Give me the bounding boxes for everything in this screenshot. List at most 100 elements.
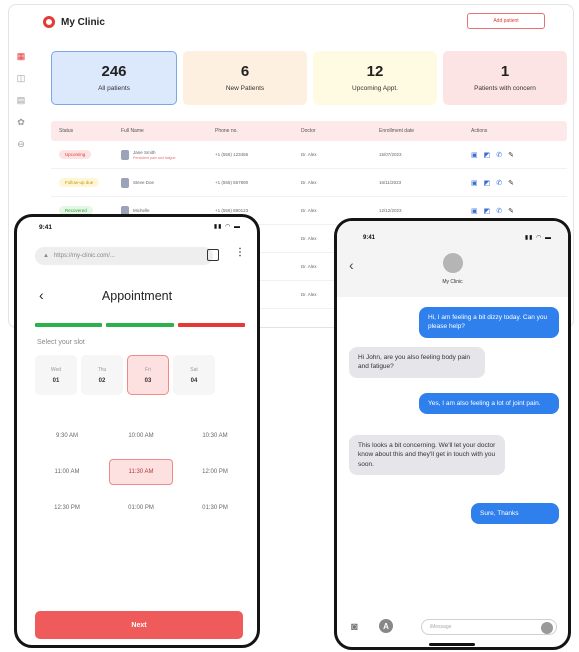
camera-icon[interactable]: ◙ xyxy=(351,621,358,633)
stat-value: 1 xyxy=(500,63,510,81)
grid-icon[interactable]: ▦ xyxy=(9,45,33,67)
compose-bar: ◙ A iMessage xyxy=(337,615,568,641)
sidebar: ▦ ◫ ▤ ✿ ⊖ xyxy=(9,45,33,155)
day-name: Sat xyxy=(190,366,198,373)
more-icon[interactable]: ⋮ xyxy=(235,247,245,258)
table-row[interactable]: Upcoming Jane Smith Persistent pain and … xyxy=(51,141,567,169)
header-full-name[interactable]: Full Name xyxy=(117,128,215,134)
edit-icon[interactable]: ✎ xyxy=(508,179,514,187)
header-actions: Actions xyxy=(471,128,488,134)
calendar-icon[interactable]: ▤ xyxy=(9,89,33,111)
stat-label: Upcoming Appt. xyxy=(352,84,398,92)
stat-label: Patients with concern xyxy=(474,84,536,92)
progress-step xyxy=(35,323,103,327)
logout-icon[interactable]: ⊖ xyxy=(9,133,33,155)
tabs-icon[interactable] xyxy=(207,249,219,261)
booking-phone: 9:41 ▮▮ ◠ ▬ ▲ https://my-clinic.com/... … xyxy=(14,214,260,648)
add-patient-button[interactable]: Add patient xyxy=(467,13,545,29)
page-title: Appointment xyxy=(101,289,173,303)
contact-avatar[interactable] xyxy=(443,253,463,273)
day-name: Fri xyxy=(145,366,151,373)
phone-icon[interactable]: ✆ xyxy=(496,179,502,187)
stat-label: All patients xyxy=(98,84,130,92)
time-slot[interactable]: 9:30 AM xyxy=(35,423,99,449)
stat-value: 246 xyxy=(101,63,127,81)
slot-label: Select your slot xyxy=(37,339,85,346)
message-icon[interactable]: ◩ xyxy=(484,207,491,215)
patient-date: 16/11/2023 xyxy=(379,180,402,185)
message-icon[interactable]: ◩ xyxy=(484,151,491,159)
day-option[interactable]: Sat 04 xyxy=(173,355,215,395)
voice-icon[interactable] xyxy=(541,622,553,634)
time-slot[interactable]: 01:00 PM xyxy=(109,495,173,521)
table-row[interactable]: Follow-up due Steve Doe +1 (555) 567890 … xyxy=(51,169,567,197)
patient-doctor: Dr. Alex xyxy=(301,180,317,185)
stat-card-upcoming-appt[interactable]: 12 Upcoming Appt. xyxy=(313,51,437,105)
progress-step xyxy=(106,323,174,327)
chat-header: 9:41 ▮▮ ◠ ▬ ‹ My Clinic xyxy=(337,221,568,297)
progress-step xyxy=(177,323,245,327)
users-icon[interactable]: ◫ xyxy=(9,67,33,89)
back-icon[interactable]: ‹ xyxy=(349,257,354,273)
time-slot[interactable]: 11:00 AM xyxy=(35,459,99,485)
patient-name: Steve Doe xyxy=(133,180,155,185)
url-bar[interactable]: ▲ https://my-clinic.com/... xyxy=(35,247,213,265)
edit-icon[interactable]: ✎ xyxy=(508,207,514,215)
patient-doctor: Dr. Alex xyxy=(301,208,317,213)
day-option[interactable]: Thu 02 xyxy=(81,355,123,395)
status-time: 9:41 xyxy=(39,224,53,231)
time-slot[interactable]: 10:30 AM xyxy=(183,423,247,449)
brand-name: My Clinic xyxy=(61,16,105,28)
phone-icon[interactable]: ✆ xyxy=(496,151,502,159)
time-slot-selected[interactable]: 11:30 AM xyxy=(109,459,173,485)
message-icon[interactable]: ◩ xyxy=(484,179,491,187)
time-slot[interactable]: 12:00 PM xyxy=(183,459,247,485)
day-date: 02 xyxy=(98,377,106,384)
message-incoming: Hi John, are you also feeling body pain … xyxy=(349,347,485,378)
calendar-icon[interactable]: ▣ xyxy=(471,207,478,215)
home-indicator xyxy=(429,643,475,646)
header-status[interactable]: Status xyxy=(51,128,117,134)
table-header: Status Full Name Phone no. Doctor Enroll… xyxy=(51,121,567,141)
day-option[interactable]: Wed 01 xyxy=(35,355,77,395)
calendar-icon[interactable]: ▣ xyxy=(471,151,478,159)
stat-card-new-patients[interactable]: 6 New Patients xyxy=(183,51,307,105)
dashboard-header: My Clinic Add patient xyxy=(9,5,573,39)
status-time: 9:41 xyxy=(363,235,376,241)
settings-icon[interactable]: ✿ xyxy=(9,111,33,133)
time-slot[interactable]: 12:30 PM xyxy=(35,495,99,521)
day-date: 04 xyxy=(190,377,198,384)
step-progress xyxy=(35,323,245,327)
day-name: Thu xyxy=(97,366,107,373)
status-badge: Upcoming xyxy=(59,150,92,159)
stat-card-all-patients[interactable]: 246 All patients xyxy=(51,51,177,105)
contact-name: My Clinic xyxy=(442,279,463,285)
day-name: Wed xyxy=(50,366,62,373)
patient-concern: Persistent pain and fatigue xyxy=(133,155,176,160)
stat-label: New Patients xyxy=(225,84,265,92)
patient-phone: +1 (555) 890123 xyxy=(215,208,249,213)
patient-date: 15/07/2023 xyxy=(379,152,402,157)
next-button[interactable]: Next xyxy=(35,611,243,639)
message-incoming: This looks a bit concerning. We'll let y… xyxy=(349,435,505,476)
time-slot[interactable]: 10:00 AM xyxy=(109,423,173,449)
day-option-selected[interactable]: Fri 03 xyxy=(127,355,169,395)
header-phone[interactable]: Phone no. xyxy=(215,128,301,134)
header-doctor[interactable]: Doctor xyxy=(301,128,379,134)
stats-row: 246 All patients 6 New Patients 12 Upcom… xyxy=(51,51,567,105)
composite-screen: My Clinic Add patient ▦ ◫ ▤ ✿ ⊖ 246 All … xyxy=(0,0,579,652)
stat-card-patients-with-concern[interactable]: 1 Patients with concern xyxy=(443,51,567,105)
lock-icon: ▲ xyxy=(43,253,49,259)
phone-icon[interactable]: ✆ xyxy=(496,207,502,215)
message-input[interactable]: iMessage xyxy=(421,619,557,635)
edit-icon[interactable]: ✎ xyxy=(508,151,514,159)
header-enrollment-date[interactable]: Enrollment date xyxy=(379,128,465,134)
app-store-icon[interactable]: A xyxy=(379,619,393,633)
day-date: 03 xyxy=(144,377,152,384)
calendar-icon[interactable]: ▣ xyxy=(471,179,478,187)
patient-name: Michelle xyxy=(133,208,150,213)
time-slot[interactable]: 01:30 PM xyxy=(183,495,247,521)
patient-phone: +1 (555) 567890 xyxy=(215,180,249,185)
clinic-logo-icon xyxy=(43,16,55,28)
brand-logo[interactable]: My Clinic xyxy=(43,16,105,28)
